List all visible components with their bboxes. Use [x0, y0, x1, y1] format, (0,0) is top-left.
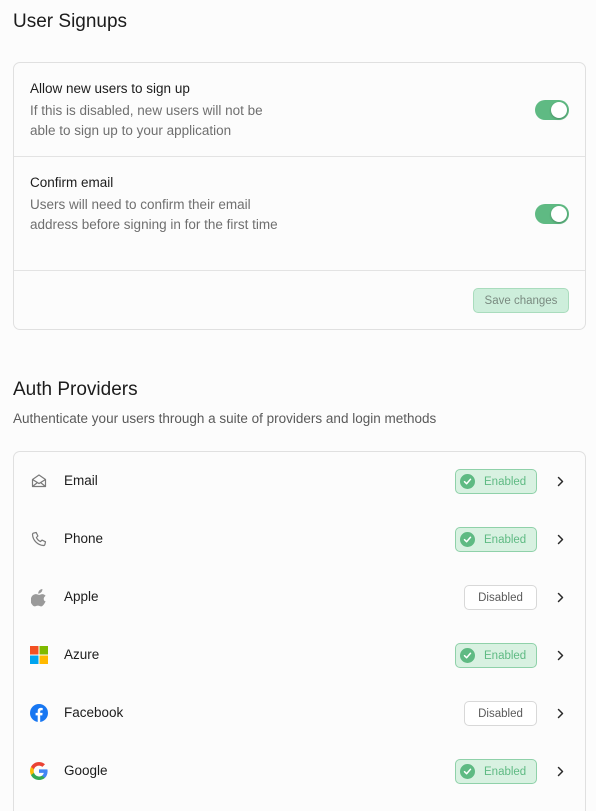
chevron-right-icon	[555, 765, 565, 777]
chevron-right-icon	[555, 533, 565, 545]
confirm-email-toggle[interactable]	[535, 204, 569, 224]
user-signups-heading: User Signups	[13, 11, 128, 32]
check-circle-icon	[460, 648, 475, 663]
facebook-icon	[30, 704, 48, 722]
status-label: Disabled	[478, 591, 523, 604]
auth-providers-subtitle: Authenticate your users through a suite …	[13, 411, 437, 426]
status-badge: Disabled	[464, 585, 537, 610]
allow-signup-description: If this is disabled, new users will not …	[30, 103, 263, 138]
chevron-right-icon	[555, 649, 565, 661]
azure-icon	[30, 646, 48, 664]
provider-name: Email	[64, 473, 98, 488]
check-circle-icon	[460, 474, 475, 489]
status-badge: Disabled	[464, 701, 537, 726]
confirm-email-title: Confirm email	[30, 175, 114, 190]
status-badge: Enabled	[455, 643, 537, 668]
provider-name: Apple	[64, 589, 99, 604]
provider-row-apple[interactable]: Apple Disabled	[14, 568, 585, 626]
status-label: Enabled	[484, 533, 527, 546]
status-label: Enabled	[484, 649, 527, 662]
provider-name: Facebook	[64, 705, 124, 720]
provider-row-email[interactable]: Email Enabled	[14, 452, 585, 510]
google-icon	[30, 762, 48, 780]
user-signups-card: Allow new users to sign up If this is di…	[13, 62, 586, 330]
toggle-knob	[551, 206, 567, 222]
save-row: Save changes	[14, 271, 585, 329]
toggle-knob	[551, 102, 567, 118]
provider-row-azure[interactable]: Azure Enabled	[14, 626, 585, 684]
chevron-right-icon	[555, 591, 565, 603]
status-label: Enabled	[484, 765, 527, 778]
provider-name: Azure	[64, 647, 100, 662]
chevron-right-icon	[555, 475, 565, 487]
confirm-email-description: Users will need to confirm their email a…	[30, 197, 278, 232]
provider-name: Phone	[64, 531, 104, 546]
mail-icon	[30, 472, 48, 490]
allow-signup-row: Allow new users to sign up If this is di…	[14, 63, 585, 157]
allow-signup-title: Allow new users to sign up	[30, 81, 190, 96]
phone-icon	[30, 530, 48, 548]
check-circle-icon	[460, 764, 475, 779]
auth-providers-heading: Auth Providers	[13, 379, 138, 400]
save-changes-button[interactable]: Save changes	[473, 288, 569, 313]
apple-icon	[30, 588, 48, 606]
status-badge: Enabled	[455, 759, 537, 784]
status-label: Enabled	[484, 475, 527, 488]
status-label: Disabled	[478, 707, 523, 720]
check-circle-icon	[460, 532, 475, 547]
chevron-right-icon	[555, 707, 565, 719]
status-badge: Enabled	[455, 527, 537, 552]
provider-row-phone[interactable]: Phone Enabled	[14, 510, 585, 568]
confirm-email-row: Confirm email Users will need to confirm…	[14, 157, 585, 271]
auth-providers-list: Email Enabled Phone Enabled Apple Disabl…	[13, 451, 586, 811]
provider-name: Google	[64, 763, 108, 778]
status-badge: Enabled	[455, 469, 537, 494]
provider-row-facebook[interactable]: Facebook Disabled	[14, 684, 585, 742]
provider-row-google[interactable]: Google Enabled	[14, 742, 585, 800]
allow-signup-toggle[interactable]	[535, 100, 569, 120]
